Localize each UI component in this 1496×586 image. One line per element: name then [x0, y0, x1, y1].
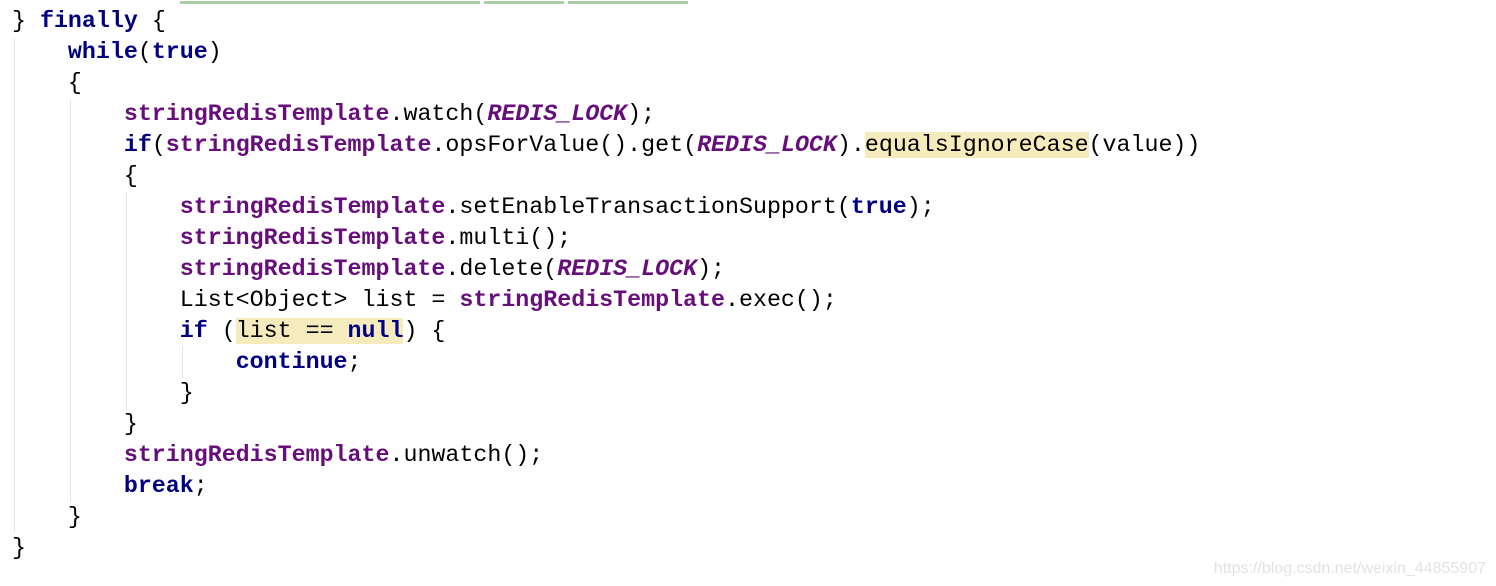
code-line: { [12, 68, 1200, 99]
code-token: .unwatch(); [389, 442, 544, 468]
keyword-token: true [850, 194, 907, 220]
code-token: { [67, 70, 82, 96]
code-line: stringRedisTemplate.multi(); [12, 223, 1200, 254]
code-token: .opsForValue().get( [431, 132, 698, 158]
code-token: } [123, 411, 138, 437]
code-token: { [137, 8, 166, 34]
code-token: ); [697, 256, 726, 282]
code-editor[interactable]: } finally { while(true) { stringRedisTem… [12, 6, 1200, 564]
code-line: stringRedisTemplate.unwatch(); [12, 440, 1200, 471]
keyword-token: if [179, 318, 208, 344]
constant-token: REDIS_LOCK [557, 256, 698, 282]
code-line: while(true) [12, 37, 1200, 68]
keyword-token: null [347, 318, 404, 344]
code-token: ( [207, 318, 236, 344]
code-token: ) { [403, 318, 446, 344]
code-token: ) [207, 39, 222, 65]
code-token: List<Object> list = [179, 287, 460, 313]
keyword-token: true [151, 39, 208, 65]
code-token: ); [627, 101, 656, 127]
code-line: { [12, 161, 1200, 192]
watermark: https://blog.csdn.net/weixin_44855907 [1213, 560, 1486, 577]
code-token: equalsIgnoreCase [864, 132, 1089, 158]
code-line: } [12, 409, 1200, 440]
code-line: if(stringRedisTemplate.opsForValue().get… [12, 130, 1200, 161]
code-line: if (list == null) { [12, 316, 1200, 347]
code-token: .delete( [445, 256, 558, 282]
keyword-token: break [123, 473, 194, 499]
code-line: stringRedisTemplate.watch(REDIS_LOCK); [12, 99, 1200, 130]
field-token: stringRedisTemplate [123, 442, 390, 468]
code-token: { [123, 163, 138, 189]
code-line: } [12, 502, 1200, 533]
constant-token: REDIS_LOCK [697, 132, 837, 158]
code-line: } finally { [12, 6, 1200, 37]
field-token: stringRedisTemplate [179, 194, 446, 220]
cut-off-comment-line [180, 0, 1210, 4]
code-token: ; [193, 473, 208, 499]
code-line: stringRedisTemplate.setEnableTransaction… [12, 192, 1200, 223]
code-line: } [12, 378, 1200, 409]
field-token: stringRedisTemplate [459, 287, 726, 313]
constant-token: REDIS_LOCK [487, 101, 628, 127]
code-token: .multi(); [445, 225, 572, 251]
code-token: list == [235, 318, 348, 344]
code-token: .setEnableTransactionSupport( [445, 194, 851, 220]
code-token: ( [137, 39, 152, 65]
code-token: .exec(); [725, 287, 837, 313]
field-token: stringRedisTemplate [123, 101, 390, 127]
field-token: stringRedisTemplate [179, 256, 446, 282]
code-token: (value)) [1088, 132, 1201, 158]
keyword-token: continue [235, 349, 348, 375]
code-line: List<Object> list = stringRedisTemplate.… [12, 285, 1200, 316]
code-token: .watch( [389, 101, 488, 127]
code-token: } [67, 504, 82, 530]
code-line: stringRedisTemplate.delete(REDIS_LOCK); [12, 254, 1200, 285]
code-line: break; [12, 471, 1200, 502]
keyword-token: finally [39, 8, 138, 34]
field-token: stringRedisTemplate [165, 132, 432, 158]
code-token: ). [836, 132, 865, 158]
code-token: ; [347, 349, 362, 375]
keyword-token: while [67, 39, 138, 65]
field-token: stringRedisTemplate [179, 225, 446, 251]
code-token: } [12, 535, 26, 561]
keyword-token: if [123, 132, 152, 158]
code-line: continue; [12, 347, 1200, 378]
code-token: ( [151, 132, 166, 158]
code-token: } [179, 380, 194, 406]
code-token: ); [906, 194, 935, 220]
code-token: } [12, 8, 40, 34]
code-line: } [12, 533, 1200, 564]
